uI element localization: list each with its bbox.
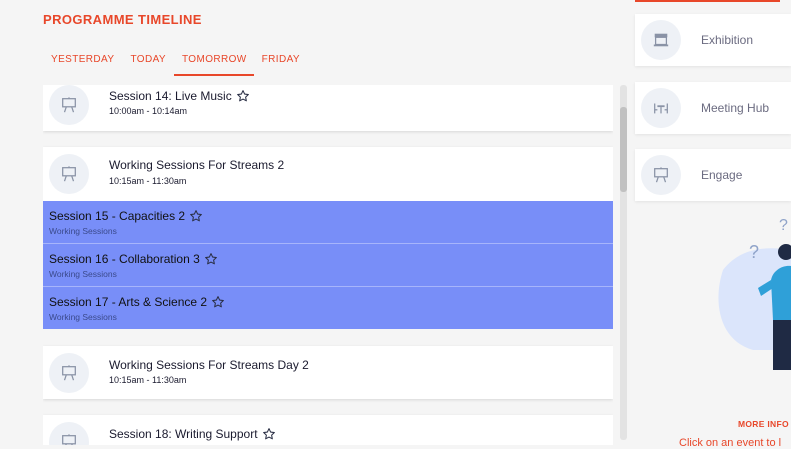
star-icon[interactable] (236, 89, 250, 103)
session-time: 10:15am - 11:30am (109, 176, 187, 186)
subsession-title: Session 16 - Collaboration 3 (49, 252, 200, 266)
nav-engage[interactable]: Engage (635, 149, 791, 201)
subsession-subtitle: Working Sessions (49, 226, 117, 236)
subsession-title: Session 17 - Arts & Science 2 (49, 295, 208, 309)
session-title: Working Sessions For Streams 2 (109, 158, 285, 172)
easel-icon (49, 154, 89, 194)
session-title: Working Sessions For Streams Day 2 (109, 358, 309, 372)
more-info-heading: MORE INFO (738, 419, 789, 429)
meeting-table-icon (641, 88, 681, 128)
star-icon[interactable] (204, 252, 218, 266)
session-title: Session 14: Live Music (109, 89, 232, 103)
star-icon[interactable] (189, 209, 203, 223)
svg-text:?: ? (779, 217, 788, 234)
scrollbar[interactable] (620, 85, 627, 440)
page-title: PROGRAMME TIMELINE (43, 12, 202, 27)
tab-friday[interactable]: FRIDAY (254, 48, 308, 76)
confused-person-illustration: ? ? (718, 217, 791, 370)
easel-icon (49, 422, 89, 445)
presentation-board-icon (641, 155, 681, 195)
tab-tomorrow[interactable]: TOMORROW (173, 48, 254, 76)
tab-yesterday[interactable]: YESTERDAY (43, 48, 122, 76)
session-title: Session 18: Writing Support (109, 427, 258, 441)
session-card[interactable]: Working Sessions For Streams Day 2 10:15… (43, 346, 613, 399)
session-card[interactable]: Session 18: Writing Support (43, 415, 613, 445)
session-time: 10:00am - 10:14am (109, 106, 188, 116)
easel-icon (49, 353, 89, 393)
star-icon[interactable] (262, 427, 276, 441)
scrollbar-thumb[interactable] (620, 107, 627, 192)
subsession-item[interactable]: Session 17 - Arts & Science 2 Working Se… (43, 287, 613, 329)
sidebar: Exhibition Meeting Hub Engage ? ? MORE I… (635, 0, 791, 449)
nav-label: Meeting Hub (701, 101, 770, 115)
session-time: 10:15am - 11:30am (109, 375, 187, 385)
click-hint: Click on an event to l (679, 437, 782, 449)
nav-label: Engage (701, 168, 743, 182)
session-card[interactable]: Working Sessions For Streams 2 10:15am -… (43, 147, 613, 201)
programme-timeline: PROGRAMME TIMELINE YESTERDAY TODAY TOMOR… (0, 0, 630, 445)
session-list[interactable]: Session 14: Live Music 10:00am - 10:14am… (43, 85, 613, 445)
subsession-item[interactable]: Session 15 - Capacities 2 Working Sessio… (43, 201, 613, 244)
booth-icon (641, 20, 681, 60)
nav-exhibition[interactable]: Exhibition (635, 14, 791, 66)
subsession-title: Session 15 - Capacities 2 (49, 209, 186, 223)
nav-meeting-hub[interactable]: Meeting Hub (635, 82, 791, 134)
star-icon[interactable] (211, 295, 225, 309)
subsession-item[interactable]: Session 16 - Collaboration 3 Working Ses… (43, 244, 613, 287)
session-card[interactable]: Session 14: Live Music 10:00am - 10:14am (43, 85, 613, 131)
easel-icon (49, 85, 89, 125)
day-tabs: YESTERDAY TODAY TOMORROW FRIDAY (43, 48, 308, 76)
top-button-edge[interactable] (635, 0, 780, 2)
nav-label: Exhibition (701, 33, 754, 47)
subsession-subtitle: Working Sessions (49, 312, 117, 322)
subsession-subtitle: Working Sessions (49, 269, 117, 279)
svg-text:?: ? (749, 242, 759, 262)
tab-today[interactable]: TODAY (122, 48, 174, 76)
